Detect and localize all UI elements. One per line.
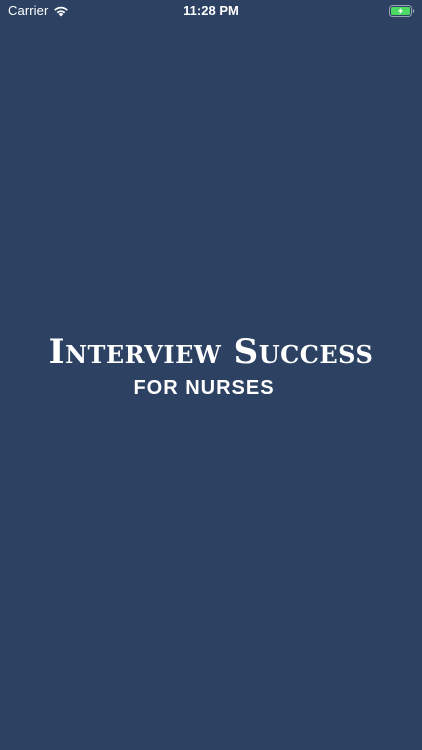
app-title: Interview Success bbox=[48, 332, 374, 372]
splash-screen: Interview Success FOR NURSES bbox=[0, 0, 422, 750]
app-subtitle: FOR NURSES bbox=[133, 377, 275, 399]
